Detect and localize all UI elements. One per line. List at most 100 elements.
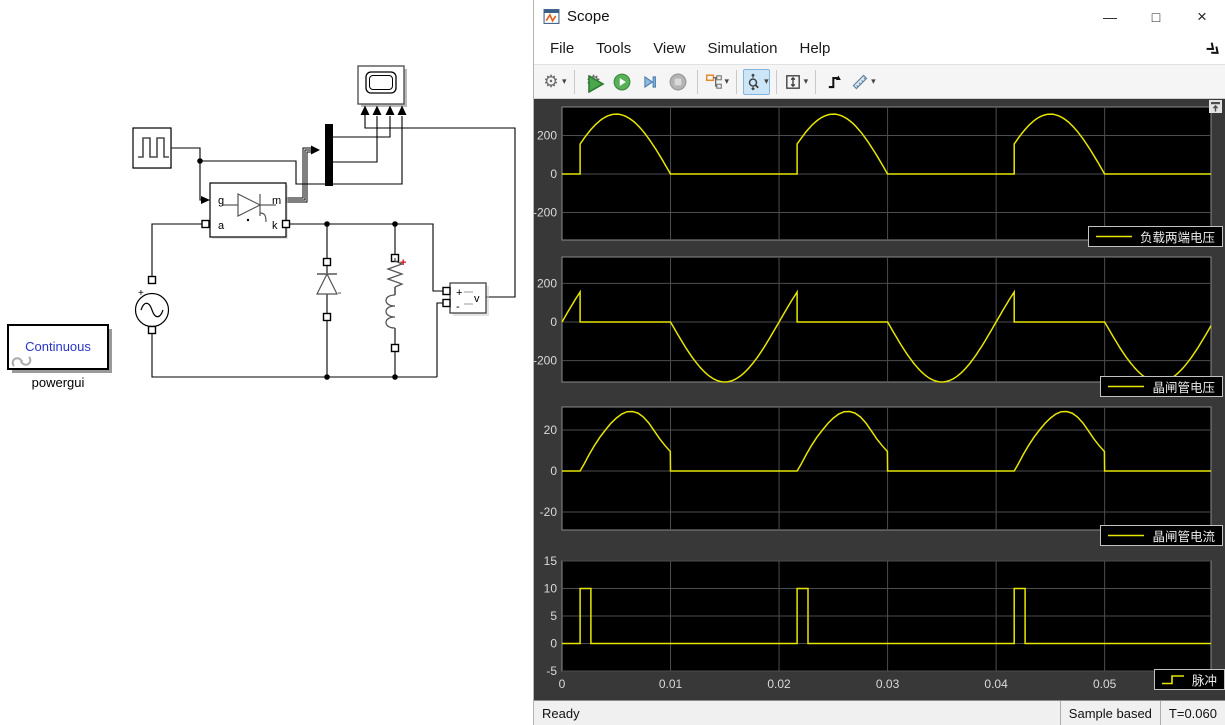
desktop: g a m k + + + - v Continuous powergui Sc… bbox=[0, 0, 1225, 725]
y-tick-label: -20 bbox=[540, 505, 558, 519]
dropdown-caret-icon[interactable]: ▾ bbox=[562, 76, 567, 87]
settings-button[interactable]: ⚙ ▾ bbox=[541, 69, 568, 95]
ac-port-minus bbox=[147, 325, 157, 335]
signal-selector-button[interactable]: ▾ bbox=[704, 69, 731, 95]
step-forward-icon bbox=[641, 73, 659, 91]
run-button[interactable] bbox=[609, 69, 635, 95]
diode-symbol bbox=[316, 272, 338, 295]
legend-2[interactable]: 晶闸管电压 bbox=[1100, 376, 1223, 397]
vm-port-plus bbox=[442, 286, 451, 296]
y-tick-label: 20 bbox=[544, 423, 558, 437]
thyristor-block[interactable]: g a m k bbox=[201, 182, 291, 239]
measurements-button[interactable]: ▾ bbox=[850, 69, 877, 95]
y-tick-label: 200 bbox=[537, 276, 557, 290]
x-tick-label: 0.05 bbox=[1093, 677, 1117, 691]
menu-file[interactable]: File bbox=[539, 36, 585, 61]
y-tick-label: 15 bbox=[544, 554, 558, 568]
y-tick-label: 0 bbox=[550, 464, 557, 478]
scale-axes-button[interactable]: ▾ bbox=[783, 69, 810, 95]
maximize-button[interactable]: □ bbox=[1133, 0, 1179, 33]
gear-run-icon: ⚙ bbox=[585, 73, 605, 93]
legend-label: 脉冲 bbox=[1191, 674, 1217, 688]
electrical-wires bbox=[151, 223, 443, 378]
vector-signal-wire bbox=[286, 145, 320, 203]
step-forward-button[interactable] bbox=[637, 69, 663, 95]
ac-port-plus bbox=[147, 275, 157, 285]
vm-port-minus bbox=[442, 298, 451, 308]
zoom-icon bbox=[744, 72, 762, 91]
legend-label: 负载两端电压 bbox=[1139, 231, 1215, 245]
dropdown-caret-icon[interactable]: ▾ bbox=[764, 76, 769, 87]
simulink-model-canvas: g a m k + + + - v Continuous powergui bbox=[0, 0, 533, 725]
legend-line-icon bbox=[1108, 385, 1145, 388]
trigger-icon bbox=[826, 73, 844, 91]
dropdown-caret-icon[interactable]: ▾ bbox=[725, 76, 730, 87]
y-tick-label: -5 bbox=[546, 664, 557, 678]
menu-tools[interactable]: Tools bbox=[585, 36, 642, 61]
dropdown-caret-icon[interactable]: ▾ bbox=[871, 76, 876, 87]
port-k bbox=[281, 219, 291, 229]
menu-help[interactable]: Help bbox=[789, 36, 842, 61]
port-label-a: a bbox=[218, 220, 225, 232]
legend-1[interactable]: 负载两端电压 bbox=[1087, 226, 1223, 247]
highlight-block-button[interactable]: ⚙ bbox=[581, 69, 607, 95]
minimize-button[interactable]: — bbox=[1087, 0, 1133, 33]
vm-plus-label: + bbox=[456, 287, 462, 299]
rl-port-bottom bbox=[390, 343, 400, 353]
scope-axes: 2000-2002000-200200-20151050-50 0.01 0.02 0… bbox=[534, 106, 1212, 691]
menu-simulation[interactable]: Simulation bbox=[696, 36, 788, 61]
scope-block[interactable] bbox=[357, 65, 407, 115]
y-tick-label: 0 bbox=[550, 637, 557, 651]
pulse-generator-block[interactable] bbox=[132, 127, 172, 169]
port-label-g: g bbox=[218, 195, 224, 207]
y-tick-label: -200 bbox=[534, 205, 557, 219]
close-button[interactable]: × bbox=[1179, 0, 1225, 33]
sample-mode-indicator: Sample based bbox=[1059, 701, 1160, 725]
stop-icon bbox=[669, 73, 687, 91]
simulation-time-indicator: T=0.060 bbox=[1159, 701, 1225, 725]
status-bar: Ready Sample based T=0.060 bbox=[534, 700, 1225, 725]
dropdown-caret-icon[interactable]: ▾ bbox=[804, 76, 809, 87]
signal-selector-icon bbox=[705, 73, 723, 91]
scale-axes-icon bbox=[784, 73, 802, 91]
diode-block[interactable] bbox=[316, 257, 341, 322]
toolbar-separator bbox=[696, 69, 698, 94]
zoom-button[interactable]: ▾ bbox=[743, 68, 770, 95]
powergui-block[interactable]: Continuous powergui bbox=[7, 324, 112, 390]
legend-step-icon bbox=[1161, 675, 1184, 685]
demux-block[interactable] bbox=[325, 124, 333, 186]
stop-button[interactable] bbox=[665, 69, 691, 95]
toolbar-separator bbox=[815, 69, 817, 94]
y-tick-label: 200 bbox=[537, 128, 557, 142]
play-icon bbox=[613, 73, 631, 91]
x-tick-label: 0 bbox=[559, 677, 566, 691]
legend-line-icon bbox=[1108, 534, 1145, 537]
legend-4[interactable]: 脉冲 bbox=[1153, 669, 1225, 690]
toolbar-separator bbox=[736, 69, 738, 94]
expand-panel-icon[interactable] bbox=[1209, 100, 1222, 113]
ac-plus-label: + bbox=[138, 288, 144, 299]
toolbar-separator bbox=[775, 69, 777, 94]
y-tick-label: 0 bbox=[550, 315, 557, 329]
rl-branch-block[interactable]: + bbox=[385, 253, 406, 353]
port-label-k: k bbox=[272, 220, 278, 232]
trigger-button[interactable] bbox=[822, 69, 848, 95]
window-title: Scope bbox=[567, 8, 610, 25]
legend-label: 晶闸管电压 bbox=[1152, 381, 1215, 395]
title-bar[interactable]: Scope — □ × bbox=[534, 0, 1225, 33]
voltage-measurement-block[interactable]: + - v bbox=[442, 282, 489, 316]
scope-plot-area: 200 0 -200 200 0 -200 20 0 -20 15 10 5 0 -5 0 0.01 0.02 0… bbox=[534, 99, 1225, 700]
legend-3[interactable]: 晶闸管电流 bbox=[1100, 525, 1223, 546]
vm-v-label: v bbox=[474, 293, 480, 305]
overflow-chevron-icon[interactable] bbox=[1205, 41, 1221, 57]
x-tick-label: 0.02 bbox=[767, 677, 791, 691]
gate-input-arrow bbox=[201, 196, 210, 204]
x-tick-label: 0.01 bbox=[659, 677, 683, 691]
powergui-mode-text: Continuous bbox=[25, 339, 91, 354]
ac-voltage-source-block[interactable]: + bbox=[134, 275, 170, 335]
x-tick-label: 0.04 bbox=[984, 677, 1008, 691]
scope-screen-inner-icon bbox=[369, 75, 393, 90]
scope-window: Scope — □ × File Tools View Simulation Help … bbox=[533, 0, 1225, 725]
status-text: Ready bbox=[542, 705, 580, 721]
menu-view[interactable]: View bbox=[642, 36, 696, 61]
